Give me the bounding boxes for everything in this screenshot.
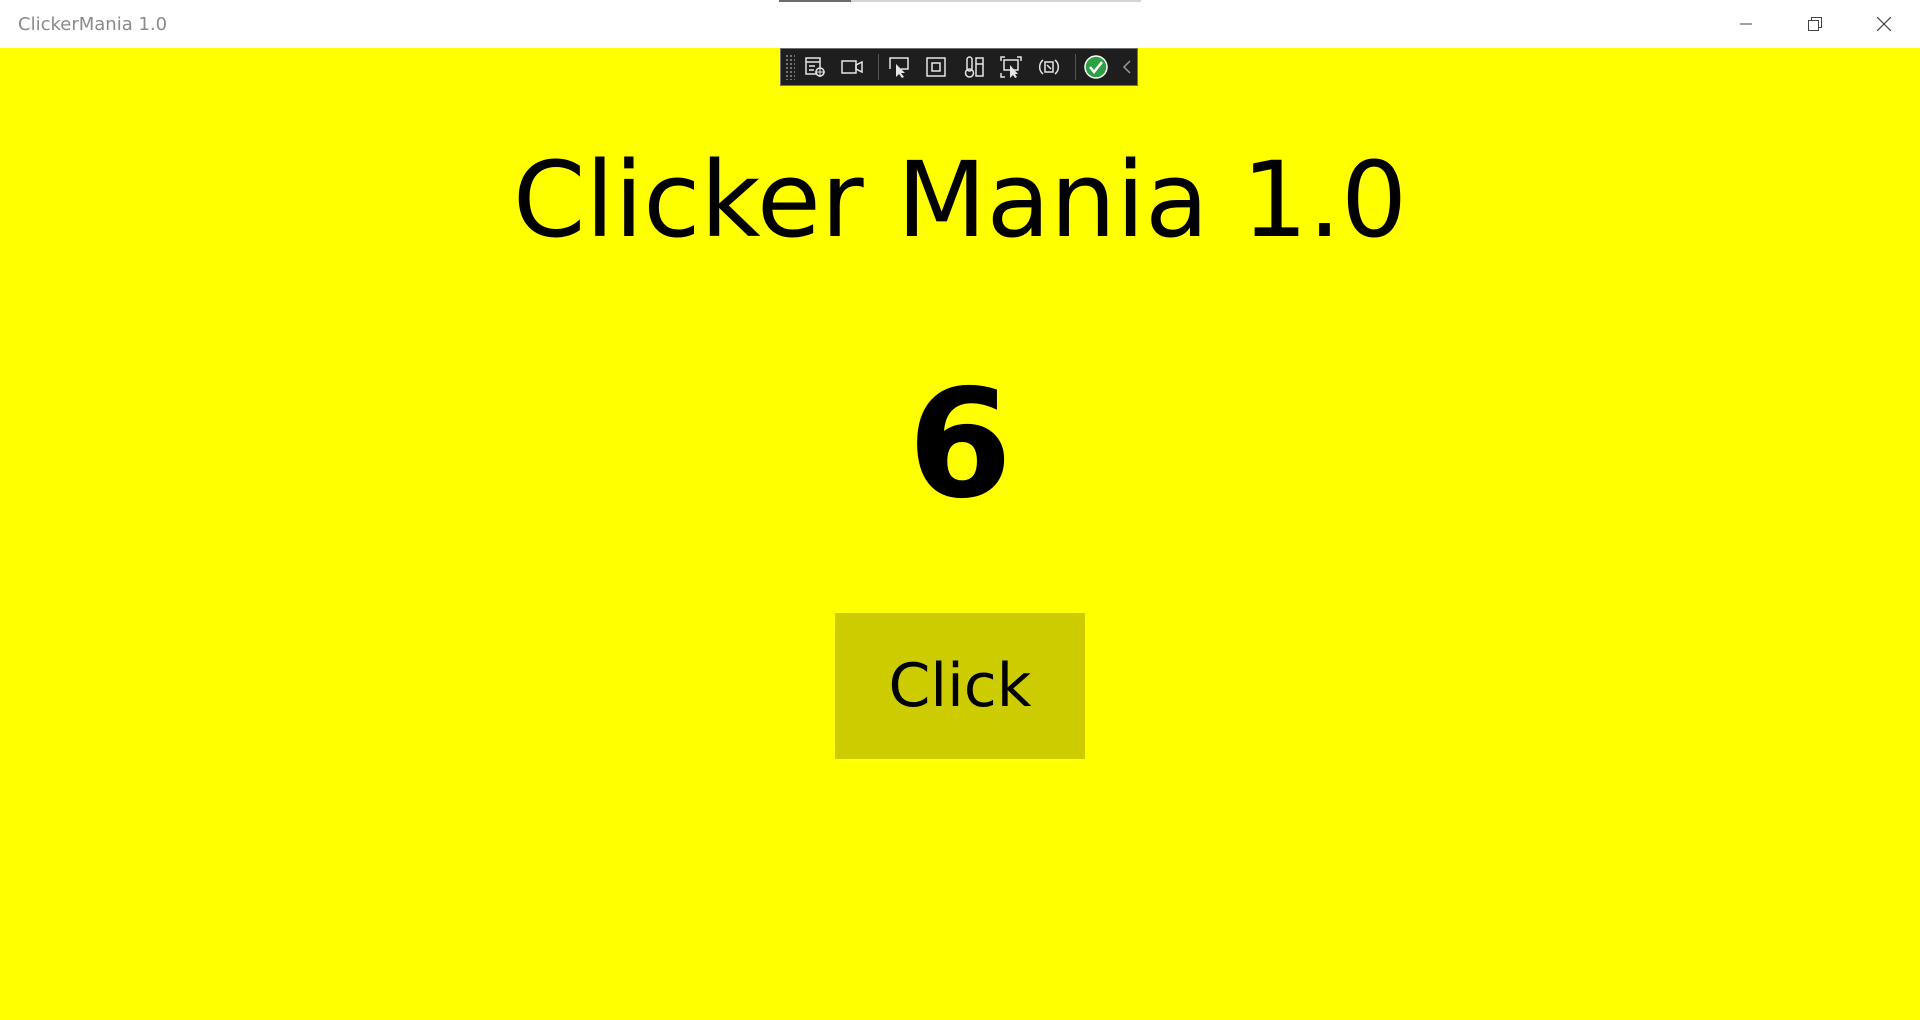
restore-icon <box>1808 17 1822 31</box>
in-app-debug-toolbar <box>780 48 1138 86</box>
minimize-button[interactable] <box>1712 0 1780 48</box>
minimize-icon <box>1740 23 1752 25</box>
toolbar-grip-handle[interactable] <box>785 54 795 80</box>
live-visual-tree-icon[interactable] <box>799 51 831 83</box>
close-button[interactable] <box>1850 0 1918 48</box>
window-title: ClickerMania 1.0 <box>18 14 168 35</box>
track-focus-icon[interactable] <box>958 51 990 83</box>
toolbar-tab-indicator-active <box>779 0 851 2</box>
display-layout-adorners-icon[interactable] <box>921 51 953 83</box>
page-title: Clicker Mania 1.0 <box>512 139 1408 261</box>
close-icon <box>1877 17 1891 31</box>
toolbar-separator <box>1074 54 1076 80</box>
record-icon[interactable] <box>836 51 868 83</box>
title-bar[interactable]: ClickerMania 1.0 <box>0 0 1920 48</box>
binding-failures-ok-icon[interactable] <box>1080 51 1112 83</box>
hot-reload-icon[interactable] <box>1033 51 1065 83</box>
toolbar-tab-indicator <box>779 0 1141 2</box>
chevron-left-icon <box>1123 60 1131 74</box>
click-button[interactable]: Click <box>835 613 1085 759</box>
click-counter: 6 <box>907 358 1013 532</box>
toolbar-separator <box>877 54 879 80</box>
preview-selection-icon[interactable] <box>996 51 1028 83</box>
collapse-toolbar-button[interactable] <box>1117 59 1137 75</box>
app-window: ClickerMania 1.0 Clicker Mania 1.0 6 Cli… <box>0 0 1920 1020</box>
select-element-icon[interactable] <box>883 51 915 83</box>
restore-button[interactable] <box>1781 0 1849 48</box>
app-content: Clicker Mania 1.0 6 Click <box>0 48 1920 1020</box>
